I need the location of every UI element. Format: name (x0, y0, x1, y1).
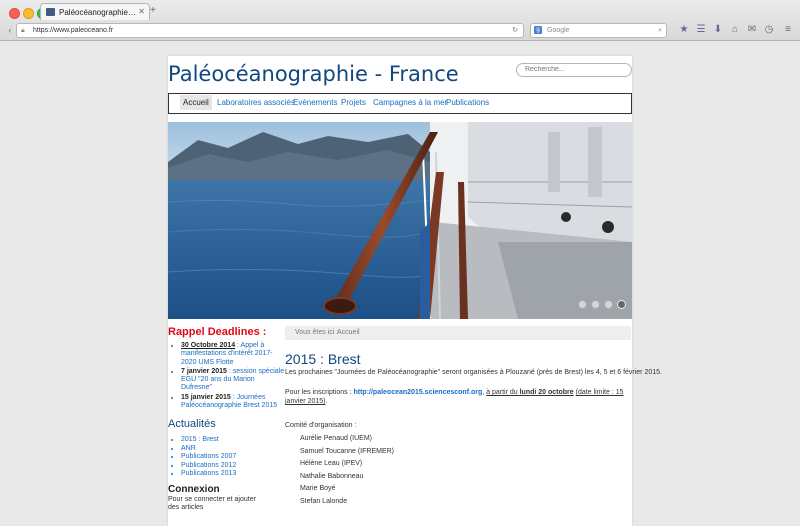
slider-dot-3[interactable] (604, 300, 613, 309)
deadline-item[interactable]: 7 janvier 2015 : session spéciale EGU "2… (181, 368, 285, 393)
menu-icon[interactable]: ≡ (782, 24, 794, 36)
banner-slideshow[interactable] (168, 122, 632, 319)
menu-item-accueil[interactable]: Accueil (180, 95, 212, 110)
registration-link[interactable]: http://paleocean2015.sciencesconf.org (353, 389, 482, 396)
address-text: https://www.paleoceano.fr (33, 27, 114, 34)
committee-member: Marie Boyé (300, 485, 336, 493)
committee-heading: Comité d'organisation : (285, 422, 357, 429)
committee-list: Aurélie Penaud (IUEM) Samuel Toucanne (I… (300, 435, 394, 511)
breadcrumb: Vous êtes ici : Accueil (285, 326, 631, 340)
site-search-box[interactable] (516, 63, 632, 77)
menu-item-evenements[interactable]: Evènements (293, 98, 337, 107)
actualite-link[interactable]: ANR (181, 445, 236, 454)
address-bar[interactable]: 🔒︎ https://www.paleoceano.fr ↻ (16, 23, 524, 38)
home-icon[interactable]: ⌂ (729, 24, 741, 36)
deadlines-list: 30 Octobre 2014 : Appel à manifestations… (173, 342, 285, 411)
bookmarks-icon[interactable]: ☰ (695, 24, 707, 36)
slider-dot-2[interactable] (591, 300, 600, 309)
actualite-link[interactable]: Publications 2013 (181, 470, 236, 479)
page-container: Paléocéanographie - France Accueil Labor… (168, 56, 662, 526)
favicon-icon (46, 8, 55, 16)
menu-item-projets[interactable]: Projets (341, 98, 366, 107)
actualite-link[interactable]: Publications 2007 (181, 453, 236, 462)
download-icon[interactable]: ⬇ (712, 24, 724, 36)
actualite-link[interactable]: Publications 2012 (181, 462, 236, 471)
navigation-bar: ‹ 🔒︎ https://www.paleoceano.fr ↻ g Googl… (0, 22, 800, 39)
extension-icon[interactable]: ✉ (746, 24, 758, 36)
article-intro: Les prochaines "Journées de Paléocéanogr… (285, 369, 662, 376)
browser-search-field[interactable]: g Google ⌕ (530, 23, 667, 38)
breadcrumb-label: Vous êtes ici : (295, 329, 339, 336)
main-menu: Accueil Laboratoires associés Evènements… (168, 93, 632, 114)
back-arrow-icon[interactable]: ‹ (5, 24, 15, 36)
connexion-heading: Connexion (168, 484, 220, 495)
deadline-item[interactable]: 30 Octobre 2014 : Appel à manifestations… (181, 342, 285, 367)
share-icon[interactable]: ◷ (763, 24, 775, 36)
banner-image (168, 122, 632, 319)
slider-dot-1[interactable] (578, 300, 587, 309)
bookmark-star-icon[interactable]: ★ (678, 24, 690, 36)
committee-member: Aurélie Penaud (IUEM) (300, 435, 372, 442)
actualite-link[interactable]: 2015 : Brest (181, 436, 236, 445)
breadcrumb-current: Accueil (337, 329, 360, 336)
menu-item-campagnes[interactable]: Campagnes à la mer (373, 98, 447, 107)
new-tab-icon[interactable]: + (150, 5, 156, 16)
committee-member: Nathalie Babonneau (300, 472, 364, 480)
lock-icon: 🔒︎ (21, 27, 25, 34)
article-registration: Pour les inscriptions : http://paleocean… (285, 389, 624, 405)
tab-title: Paléocéanographie – Fran... (59, 8, 137, 17)
reload-icon[interactable]: ↻ (512, 24, 518, 37)
tab-close-icon[interactable]: ✕ (138, 7, 145, 16)
magnifier-icon: ⌕ (658, 27, 662, 34)
browser-chrome: Paléocéanographie – Fran... ✕ + ‹ 🔒︎ htt… (0, 0, 800, 41)
committee-member: Hélène Leau (IPEV) (300, 460, 363, 468)
browser-search-placeholder: Google (547, 27, 570, 34)
deadlines-heading: Rappel Deadlines : (168, 326, 267, 338)
slider-dot-4[interactable] (617, 300, 626, 309)
site-title[interactable]: Paléocéanographie - France (168, 62, 459, 86)
menu-item-laboratoires[interactable]: Laboratoires associés (217, 98, 295, 107)
article-title[interactable]: 2015 : Brest (285, 351, 361, 367)
deadline-item[interactable]: 15 janvier 2015 : Journées Paléocéanogra… (181, 394, 285, 411)
window-minimize-button[interactable] (23, 8, 34, 19)
connexion-text: Pour se connecter et ajouter des article… (168, 496, 256, 511)
committee-member: Samuel Toucanne (IFREMER) (300, 447, 395, 455)
browser-tab[interactable]: Paléocéanographie – Fran... ✕ (40, 3, 150, 20)
actualites-heading: Actualités (168, 418, 216, 430)
google-icon: g (534, 26, 542, 34)
committee-member: Stefan Lalonde (300, 497, 348, 505)
window-close-button[interactable] (9, 8, 20, 19)
menu-item-publications[interactable]: Publications (446, 98, 489, 107)
slider-dots (574, 296, 626, 314)
site-search-input[interactable] (523, 65, 627, 74)
actualites-list: 2015 : Brest ANR Publications 2007 Publi… (173, 436, 236, 479)
